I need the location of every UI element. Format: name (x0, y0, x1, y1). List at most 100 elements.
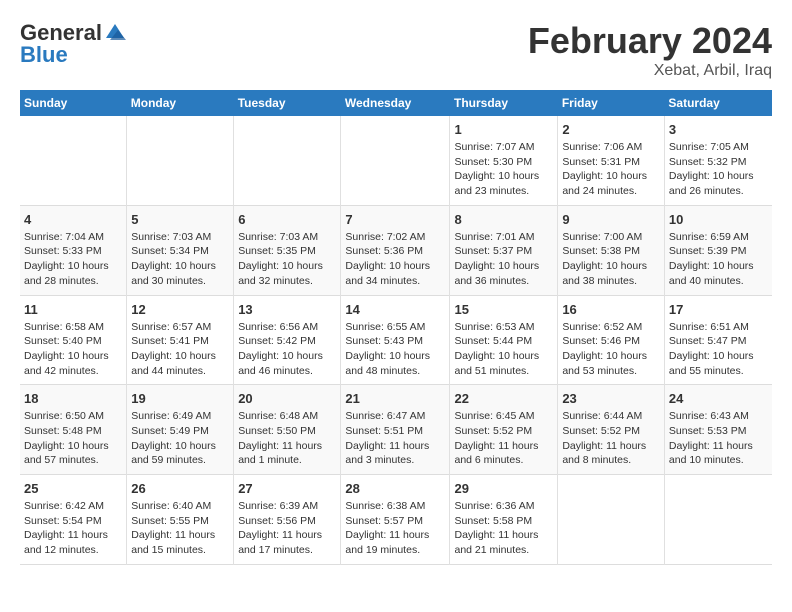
day-number: 3 (669, 122, 768, 137)
day-info: Sunrise: 6:44 AM Sunset: 5:52 PM Dayligh… (562, 409, 660, 468)
weekday-header-friday: Friday (558, 90, 665, 116)
calendar-cell (341, 116, 450, 205)
day-info: Sunrise: 6:38 AM Sunset: 5:57 PM Dayligh… (345, 499, 445, 558)
day-number: 4 (24, 212, 122, 227)
calendar-cell (558, 475, 665, 565)
calendar-cell: 12 Sunrise: 6:57 AM Sunset: 5:41 PM Dayli… (127, 295, 234, 385)
calendar-cell: 16Sunrise: 6:52 AM Sunset: 5:46 PM Dayli… (558, 295, 665, 385)
calendar-cell: 11 Sunrise: 6:58 AM Sunset: 5:40 PM Dayli… (20, 295, 127, 385)
calendar-cell: 18Sunrise: 6:50 AM Sunset: 5:48 PM Dayli… (20, 385, 127, 475)
calendar-week-row: 1 Sunrise: 7:07 AM Sunset: 5:30 PM Daylig… (20, 116, 772, 205)
weekday-header-thursday: Thursday (450, 90, 558, 116)
day-number: 7 (345, 212, 445, 227)
calendar-cell: 13 Sunrise: 6:56 AM Sunset: 5:42 PM Dayli… (234, 295, 341, 385)
day-info: Sunrise: 7:00 AM Sunset: 5:38 PM Dayligh… (562, 230, 660, 289)
calendar-cell: 3Sunrise: 7:05 AM Sunset: 5:32 PM Daylig… (664, 116, 772, 205)
calendar-week-row: 11 Sunrise: 6:58 AM Sunset: 5:40 PM Dayli… (20, 295, 772, 385)
day-info: Sunrise: 6:45 AM Sunset: 5:52 PM Dayligh… (454, 409, 553, 468)
calendar-cell: 1 Sunrise: 7:07 AM Sunset: 5:30 PM Daylig… (450, 116, 558, 205)
day-number: 5 (131, 212, 229, 227)
day-number: 9 (562, 212, 660, 227)
calendar-cell: 26 Sunrise: 6:40 AM Sunset: 5:55 PM Dayli… (127, 475, 234, 565)
day-number: 12 (131, 302, 229, 317)
day-number: 29 (454, 481, 553, 496)
logo: General Blue (20, 20, 126, 68)
calendar-cell (234, 116, 341, 205)
day-info: Sunrise: 6:48 AM Sunset: 5:50 PM Dayligh… (238, 409, 336, 468)
day-number: 17 (669, 302, 768, 317)
page-header: General Blue February 2024 Xebat, Arbil,… (20, 20, 772, 80)
day-info: Sunrise: 6:58 AM Sunset: 5:40 PM Dayligh… (24, 320, 122, 379)
day-number: 28 (345, 481, 445, 496)
calendar-week-row: 4Sunrise: 7:04 AM Sunset: 5:33 PM Daylig… (20, 205, 772, 295)
calendar-cell: 20 Sunrise: 6:48 AM Sunset: 5:50 PM Dayli… (234, 385, 341, 475)
day-info: Sunrise: 7:01 AM Sunset: 5:37 PM Dayligh… (454, 230, 553, 289)
calendar-cell: 7 Sunrise: 7:02 AM Sunset: 5:36 PM Daylig… (341, 205, 450, 295)
day-info: Sunrise: 6:51 AM Sunset: 5:47 PM Dayligh… (669, 320, 768, 379)
calendar-cell: 21Sunrise: 6:47 AM Sunset: 5:51 PM Dayli… (341, 385, 450, 475)
calendar-cell (20, 116, 127, 205)
calendar-cell: 9 Sunrise: 7:00 AM Sunset: 5:38 PM Daylig… (558, 205, 665, 295)
day-number: 19 (131, 391, 229, 406)
day-info: Sunrise: 6:40 AM Sunset: 5:55 PM Dayligh… (131, 499, 229, 558)
calendar-cell: 25 Sunrise: 6:42 AM Sunset: 5:54 PM Dayli… (20, 475, 127, 565)
calendar-cell: 22Sunrise: 6:45 AM Sunset: 5:52 PM Dayli… (450, 385, 558, 475)
day-number: 13 (238, 302, 336, 317)
day-number: 8 (454, 212, 553, 227)
calendar-week-row: 18Sunrise: 6:50 AM Sunset: 5:48 PM Dayli… (20, 385, 772, 475)
day-number: 10 (669, 212, 768, 227)
calendar-cell (127, 116, 234, 205)
weekday-header-tuesday: Tuesday (234, 90, 341, 116)
calendar-cell: 28 Sunrise: 6:38 AM Sunset: 5:57 PM Dayli… (341, 475, 450, 565)
weekday-header-saturday: Saturday (664, 90, 772, 116)
calendar-cell: 29Sunrise: 6:36 AM Sunset: 5:58 PM Dayli… (450, 475, 558, 565)
weekday-header-sunday: Sunday (20, 90, 127, 116)
calendar-table: SundayMondayTuesdayWednesdayThursdayFrid… (20, 90, 772, 565)
day-number: 25 (24, 481, 122, 496)
day-number: 15 (454, 302, 553, 317)
logo-blue-text: Blue (20, 42, 68, 68)
day-info: Sunrise: 6:52 AM Sunset: 5:46 PM Dayligh… (562, 320, 660, 379)
day-info: Sunrise: 6:47 AM Sunset: 5:51 PM Dayligh… (345, 409, 445, 468)
day-info: Sunrise: 6:57 AM Sunset: 5:41 PM Dayligh… (131, 320, 229, 379)
calendar-cell: 10Sunrise: 6:59 AM Sunset: 5:39 PM Dayli… (664, 205, 772, 295)
day-info: Sunrise: 7:03 AM Sunset: 5:35 PM Dayligh… (238, 230, 336, 289)
calendar-cell: 5 Sunrise: 7:03 AM Sunset: 5:34 PM Daylig… (127, 205, 234, 295)
day-info: Sunrise: 7:07 AM Sunset: 5:30 PM Dayligh… (454, 140, 553, 199)
day-number: 2 (562, 122, 660, 137)
calendar-header-row: SundayMondayTuesdayWednesdayThursdayFrid… (20, 90, 772, 116)
calendar-cell: 27Sunrise: 6:39 AM Sunset: 5:56 PM Dayli… (234, 475, 341, 565)
day-number: 24 (669, 391, 768, 406)
month-title: February 2024 (528, 20, 772, 62)
calendar-cell: 23 Sunrise: 6:44 AM Sunset: 5:52 PM Dayli… (558, 385, 665, 475)
title-area: February 2024 Xebat, Arbil, Iraq (528, 20, 772, 80)
day-number: 20 (238, 391, 336, 406)
logo-icon (104, 22, 126, 42)
calendar-cell: 14 Sunrise: 6:55 AM Sunset: 5:43 PM Dayli… (341, 295, 450, 385)
calendar-cell: 4Sunrise: 7:04 AM Sunset: 5:33 PM Daylig… (20, 205, 127, 295)
day-info: Sunrise: 7:06 AM Sunset: 5:31 PM Dayligh… (562, 140, 660, 199)
calendar-cell: 6Sunrise: 7:03 AM Sunset: 5:35 PM Daylig… (234, 205, 341, 295)
day-number: 27 (238, 481, 336, 496)
calendar-cell: 2 Sunrise: 7:06 AM Sunset: 5:31 PM Daylig… (558, 116, 665, 205)
day-info: Sunrise: 6:55 AM Sunset: 5:43 PM Dayligh… (345, 320, 445, 379)
day-info: Sunrise: 6:42 AM Sunset: 5:54 PM Dayligh… (24, 499, 122, 558)
weekday-header-monday: Monday (127, 90, 234, 116)
calendar-cell (664, 475, 772, 565)
day-info: Sunrise: 7:03 AM Sunset: 5:34 PM Dayligh… (131, 230, 229, 289)
day-info: Sunrise: 6:50 AM Sunset: 5:48 PM Dayligh… (24, 409, 122, 468)
day-info: Sunrise: 6:53 AM Sunset: 5:44 PM Dayligh… (454, 320, 553, 379)
day-number: 11 (24, 302, 122, 317)
calendar-cell: 19Sunrise: 6:49 AM Sunset: 5:49 PM Dayli… (127, 385, 234, 475)
calendar-cell: 8 Sunrise: 7:01 AM Sunset: 5:37 PM Daylig… (450, 205, 558, 295)
calendar-week-row: 25 Sunrise: 6:42 AM Sunset: 5:54 PM Dayli… (20, 475, 772, 565)
day-number: 14 (345, 302, 445, 317)
calendar-cell: 15 Sunrise: 6:53 AM Sunset: 5:44 PM Dayli… (450, 295, 558, 385)
day-number: 26 (131, 481, 229, 496)
location-subtitle: Xebat, Arbil, Iraq (528, 62, 772, 80)
day-info: Sunrise: 6:43 AM Sunset: 5:53 PM Dayligh… (669, 409, 768, 468)
day-number: 1 (454, 122, 553, 137)
day-number: 23 (562, 391, 660, 406)
day-info: Sunrise: 6:56 AM Sunset: 5:42 PM Dayligh… (238, 320, 336, 379)
day-info: Sunrise: 7:02 AM Sunset: 5:36 PM Dayligh… (345, 230, 445, 289)
